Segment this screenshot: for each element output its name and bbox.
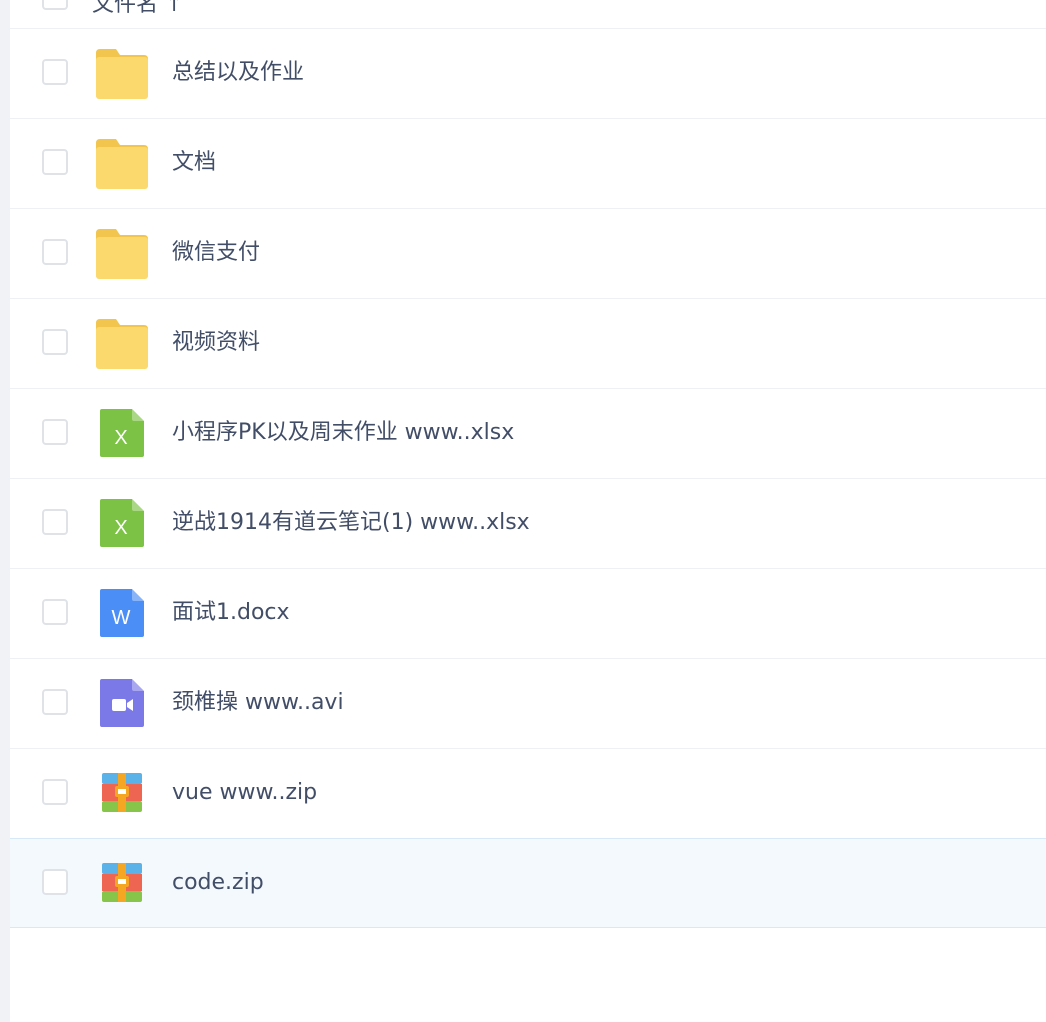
file-name[interactable]: 视频资料: [172, 329, 260, 357]
folder-icon: [96, 49, 148, 99]
file-name[interactable]: vue www..zip: [172, 779, 317, 807]
zip-archive-icon: [96, 769, 148, 819]
row-checkbox[interactable]: [42, 59, 68, 85]
file-name[interactable]: 小程序PK以及周末作业 www..xlsx: [172, 419, 514, 447]
file-list: 文件名 ↑ 总结以及作业 文档微信支付视频资料 X 小程序PK以及周末作业 www..…: [10, 0, 1046, 928]
file-rows: 总结以及作业 文档微信支付视频资料 X 小程序PK以及周末作业 www..xlsx X 逆…: [10, 29, 1046, 928]
row-checkbox[interactable]: [42, 509, 68, 535]
file-row[interactable]: W 面试1.docx: [10, 569, 1046, 659]
excel-file-icon: X: [96, 409, 148, 459]
folder-icon: [96, 229, 148, 279]
file-name[interactable]: 颈椎操 www..avi: [172, 689, 344, 717]
row-checkbox[interactable]: [42, 689, 68, 715]
row-checkbox[interactable]: [42, 149, 68, 175]
file-row[interactable]: X 逆战1914有道云笔记(1) www..xlsx: [10, 479, 1046, 569]
folder-icon: [96, 139, 148, 189]
file-name[interactable]: 面试1.docx: [172, 599, 290, 627]
file-row[interactable]: 总结以及作业: [10, 29, 1046, 119]
video-file-icon: [96, 679, 148, 729]
file-name[interactable]: code.zip: [172, 869, 264, 897]
row-checkbox[interactable]: [42, 419, 68, 445]
file-row[interactable]: 文档: [10, 119, 1046, 209]
column-header-filename[interactable]: 文件名 ↑: [92, 0, 183, 18]
row-checkbox[interactable]: [42, 779, 68, 805]
row-checkbox[interactable]: [42, 239, 68, 265]
folder-icon: [96, 319, 148, 369]
sidebar-edge: [0, 0, 10, 1022]
file-row[interactable]: 颈椎操 www..avi: [10, 659, 1046, 749]
file-row[interactable]: code.zip: [10, 838, 1046, 928]
svg-text:X: X: [114, 427, 127, 449]
file-name[interactable]: 总结以及作业: [172, 59, 304, 87]
row-checkbox[interactable]: [42, 329, 68, 355]
file-row[interactable]: X 小程序PK以及周末作业 www..xlsx: [10, 389, 1046, 479]
select-all-checkbox[interactable]: [42, 0, 68, 10]
file-name[interactable]: 微信支付: [172, 239, 260, 267]
file-row[interactable]: 视频资料: [10, 299, 1046, 389]
zip-archive-icon: [96, 859, 148, 909]
excel-file-icon: X: [96, 499, 148, 549]
word-file-icon: W: [96, 589, 148, 639]
file-name[interactable]: 逆战1914有道云笔记(1) www..xlsx: [172, 509, 530, 537]
svg-text:W: W: [112, 607, 131, 629]
file-name[interactable]: 文档: [172, 149, 216, 177]
list-header: 文件名 ↑: [10, 0, 1046, 29]
row-checkbox[interactable]: [42, 599, 68, 625]
row-checkbox[interactable]: [42, 869, 68, 895]
svg-text:X: X: [114, 517, 127, 539]
file-row[interactable]: 微信支付: [10, 209, 1046, 299]
file-row[interactable]: vue www..zip: [10, 749, 1046, 839]
